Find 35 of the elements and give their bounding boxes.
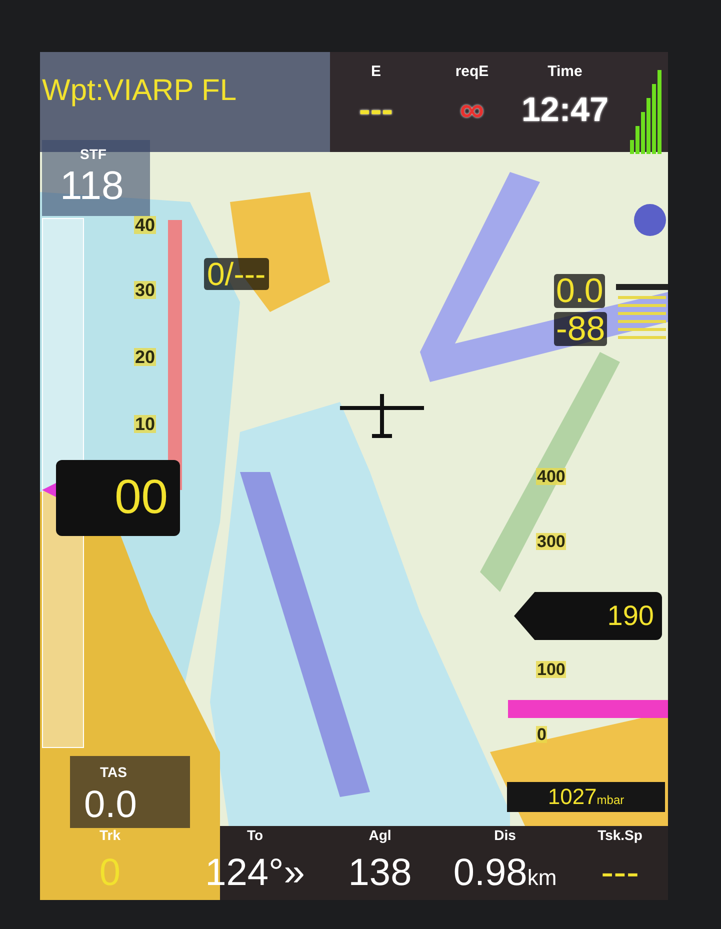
altitude-tick-label: 0 bbox=[536, 726, 548, 743]
field-value: 0.98km bbox=[453, 854, 557, 892]
field-label: To bbox=[246, 828, 264, 842]
altitude-tick-label: 400 bbox=[536, 468, 566, 485]
waypoint-label: Wpt:VIARP FL bbox=[42, 76, 237, 106]
wind-lines-icon bbox=[616, 284, 668, 340]
tas-value: 0.0 bbox=[84, 786, 137, 824]
field-value: 12:47 bbox=[522, 93, 608, 127]
vario-value: 00 bbox=[114, 474, 168, 522]
field-label: E bbox=[370, 64, 381, 79]
field-label: Tsk.Sp bbox=[598, 828, 642, 842]
field-label: Agl bbox=[368, 828, 392, 842]
tas-label: TAS bbox=[100, 763, 127, 782]
pressure-value: 1027mbar bbox=[548, 786, 624, 808]
stf-label: STF bbox=[80, 145, 106, 164]
altitude-tick-label: 100 bbox=[536, 661, 566, 678]
altitude-value: 190 bbox=[607, 602, 654, 630]
field-label: Dis bbox=[494, 828, 516, 842]
field-label: Trk bbox=[99, 828, 120, 842]
vario-tick-label: 30 bbox=[134, 281, 156, 299]
vario-tick-label: 40 bbox=[134, 216, 156, 234]
altitude-tick-label: 300 bbox=[536, 533, 566, 550]
wind-direction: -88 bbox=[554, 312, 608, 346]
field-value: --- bbox=[359, 93, 393, 127]
wind-speed: 0.0 bbox=[554, 274, 606, 308]
field-label: Time bbox=[548, 64, 582, 79]
field-value: ∞ bbox=[460, 93, 484, 127]
field-value: --- bbox=[601, 854, 639, 892]
vario-tick-label: 10 bbox=[134, 415, 156, 433]
glide-ratio: 0/--- bbox=[204, 258, 269, 290]
signal-bars-icon bbox=[630, 68, 664, 154]
stf-value: 118 bbox=[60, 166, 124, 206]
vario-tick-label: 20 bbox=[134, 348, 156, 366]
field-label: reqE bbox=[455, 64, 489, 79]
field-value: 138 bbox=[348, 854, 412, 892]
